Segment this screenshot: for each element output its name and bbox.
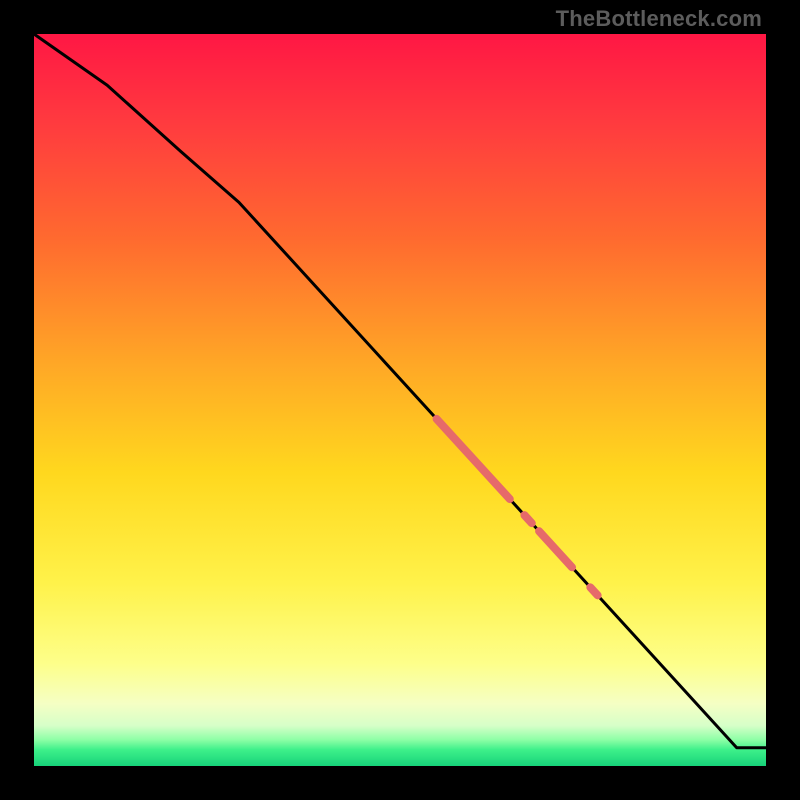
marker-dot-1 [524, 515, 531, 523]
watermark-text: TheBottleneck.com [556, 6, 762, 32]
plot-area [34, 34, 766, 766]
marker-band-2 [539, 531, 572, 567]
marker-band-1 [437, 419, 510, 499]
main-curve [34, 34, 766, 748]
marker-dot-2 [590, 587, 597, 595]
curve-layer [34, 34, 766, 766]
chart-stage: TheBottleneck.com [0, 0, 800, 800]
